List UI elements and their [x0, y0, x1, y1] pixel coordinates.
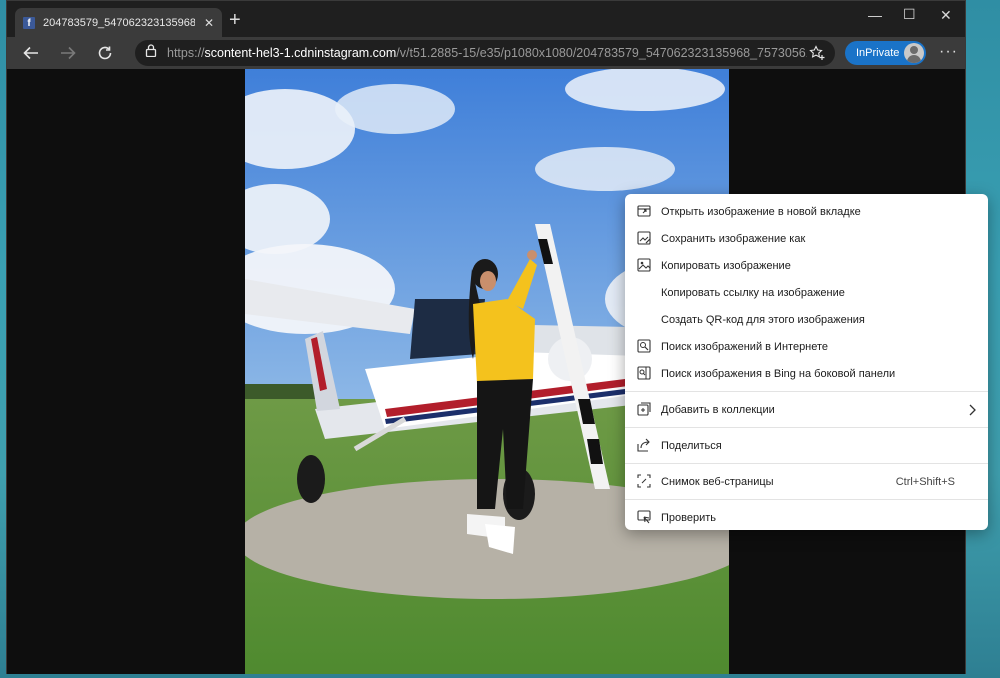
close-window-icon[interactable]: ✕: [940, 7, 952, 24]
menu-item-sidebar-search[interactable]: Поиск изображения в Bing на боковой пане…: [625, 360, 988, 387]
menu-item-share[interactable]: Поделиться: [625, 432, 988, 459]
save-image-icon: [637, 231, 651, 245]
refresh-icon[interactable]: [94, 43, 116, 63]
browser-tab[interactable]: f 204783579_547062323135968_7 ✕: [15, 8, 222, 37]
facebook-favicon-icon: f: [23, 16, 35, 29]
web-capture-icon: [637, 474, 651, 488]
menu-item-label: Проверить: [661, 511, 717, 524]
url-prefix: https://: [167, 46, 205, 60]
open-new-tab-icon: [637, 204, 651, 218]
menu-item-label: Снимок веб-страницы: [661, 475, 774, 488]
menu-item-shortcut: Ctrl+Shift+S: [895, 475, 955, 488]
share-icon: [637, 438, 651, 452]
menu-item-label: Копировать ссылку на изображение: [661, 286, 845, 299]
inprivate-button[interactable]: InPrivate: [845, 41, 926, 65]
image-search-icon: [637, 339, 651, 353]
title-bar: f 204783579_547062323135968_7 ✕ + — ☐ ✕: [7, 1, 965, 37]
menu-item-label: Сохранить изображение как: [661, 232, 806, 245]
tab-title: 204783579_547062323135968_7: [43, 16, 195, 29]
menu-item-label: Добавить в коллекции: [661, 403, 775, 416]
menu-separator: [625, 391, 988, 392]
sidebar-search-icon: [637, 366, 651, 380]
new-tab-icon[interactable]: +: [229, 10, 241, 30]
add-favorite-icon[interactable]: [809, 45, 825, 66]
collections-icon: [637, 402, 651, 416]
menu-item-label: Копировать изображение: [661, 259, 791, 272]
menu-item-add-to-collections[interactable]: Добавить в коллекции: [625, 396, 988, 423]
menu-item-inspect[interactable]: Проверить: [625, 504, 988, 531]
minimize-icon[interactable]: —: [868, 7, 882, 23]
menu-separator: [625, 427, 988, 428]
menu-item-create-qr[interactable]: Создать QR-код для этого изображения: [625, 306, 988, 333]
url-path: /v/t51.2885-15/e35/p1080x1080/204783579_…: [396, 46, 807, 60]
menu-item-label: Поиск изображений в Интернете: [661, 340, 829, 353]
chevron-right-icon: [968, 404, 976, 419]
menu-item-label: Создать QR-код для этого изображения: [661, 313, 865, 326]
menu-item-web-capture[interactable]: Снимок веб-страницы Ctrl+Shift+S: [625, 468, 988, 495]
inprivate-label: InPrivate: [856, 47, 900, 59]
menu-separator: [625, 463, 988, 464]
menu-item-label: Поиск изображения в Bing на боковой пане…: [661, 367, 896, 380]
forward-icon: [57, 43, 79, 63]
menu-separator: [625, 499, 988, 500]
address-bar[interactable]: https://scontent-hel3-1.cdninstagram.com…: [135, 40, 835, 66]
maximize-icon[interactable]: ☐: [903, 6, 916, 23]
menu-item-label: Открыть изображение в новой вкладке: [661, 205, 861, 218]
back-icon[interactable]: [20, 43, 42, 63]
menu-item-save-image[interactable]: Сохранить изображение как: [625, 225, 988, 252]
copy-image-icon: [637, 258, 651, 272]
close-tab-icon[interactable]: ✕: [204, 16, 214, 30]
menu-item-copy-link[interactable]: Копировать ссылку на изображение: [625, 279, 988, 306]
context-menu: Открыть изображение в новой вкладке Сохр…: [625, 194, 988, 530]
lock-icon[interactable]: [145, 44, 157, 62]
menu-item-copy-image[interactable]: Копировать изображение: [625, 252, 988, 279]
menu-item-label: Поделиться: [661, 439, 722, 452]
menu-item-image-search[interactable]: Поиск изображений в Интернете: [625, 333, 988, 360]
avatar: [904, 43, 924, 63]
toolbar: https://scontent-hel3-1.cdninstagram.com…: [7, 37, 965, 69]
more-menu-icon[interactable]: ···: [939, 43, 958, 61]
url-text[interactable]: https://scontent-hel3-1.cdninstagram.com…: [167, 46, 807, 60]
inspect-icon: [637, 510, 651, 524]
menu-item-open-new-tab[interactable]: Открыть изображение в новой вкладке: [625, 198, 988, 225]
url-domain: scontent-hel3-1.cdninstagram.com: [204, 46, 397, 60]
